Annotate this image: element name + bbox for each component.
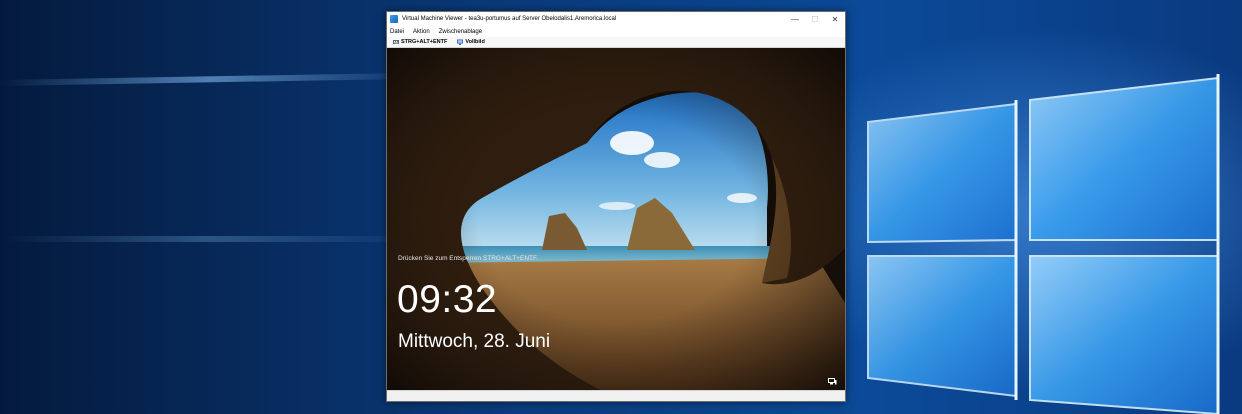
window-title: Virtual Machine Viewer - tea3u-portumus … — [402, 16, 617, 22]
menu-zwischenablage[interactable]: Zwischenablage — [439, 29, 482, 35]
menu-bar: Datei Aktion Zwischenablage — [387, 26, 845, 37]
fullscreen-label: Vollbild — [465, 39, 485, 45]
minimize-button[interactable]: — — [785, 12, 805, 26]
monitor-icon — [457, 39, 464, 45]
unlock-hint: Drücken Sie zum Entsperren STRG+ALT+ENTF… — [398, 255, 539, 262]
status-bar — [387, 390, 845, 401]
menu-aktion[interactable]: Aktion — [413, 29, 430, 35]
network-icon[interactable] — [828, 378, 837, 385]
menu-datei[interactable]: Datei — [390, 29, 404, 35]
keyboard-icon — [393, 40, 399, 44]
fullscreen-button[interactable]: Vollbild — [457, 39, 485, 45]
close-button[interactable]: ✕ — [825, 12, 845, 26]
toolbar: STRG+ALT+ENTF Vollbild — [387, 37, 845, 48]
vm-viewer-icon — [390, 15, 398, 23]
ctrl-alt-del-button[interactable]: STRG+ALT+ENTF — [393, 39, 447, 45]
maximize-button[interactable]: ☐ — [805, 12, 825, 26]
title-bar[interactable]: Virtual Machine Viewer - tea3u-portumus … — [387, 12, 845, 26]
lockscreen-time: 09:32 — [397, 278, 498, 321]
vm-viewer-window[interactable]: Virtual Machine Viewer - tea3u-portumus … — [386, 11, 846, 402]
ctrl-alt-del-label: STRG+ALT+ENTF — [401, 39, 448, 45]
lockscreen-date: Mittwoch, 28. Juni — [398, 331, 551, 352]
vm-screen[interactable]: Drücken Sie zum Entsperren STRG+ALT+ENTF… — [387, 48, 845, 391]
